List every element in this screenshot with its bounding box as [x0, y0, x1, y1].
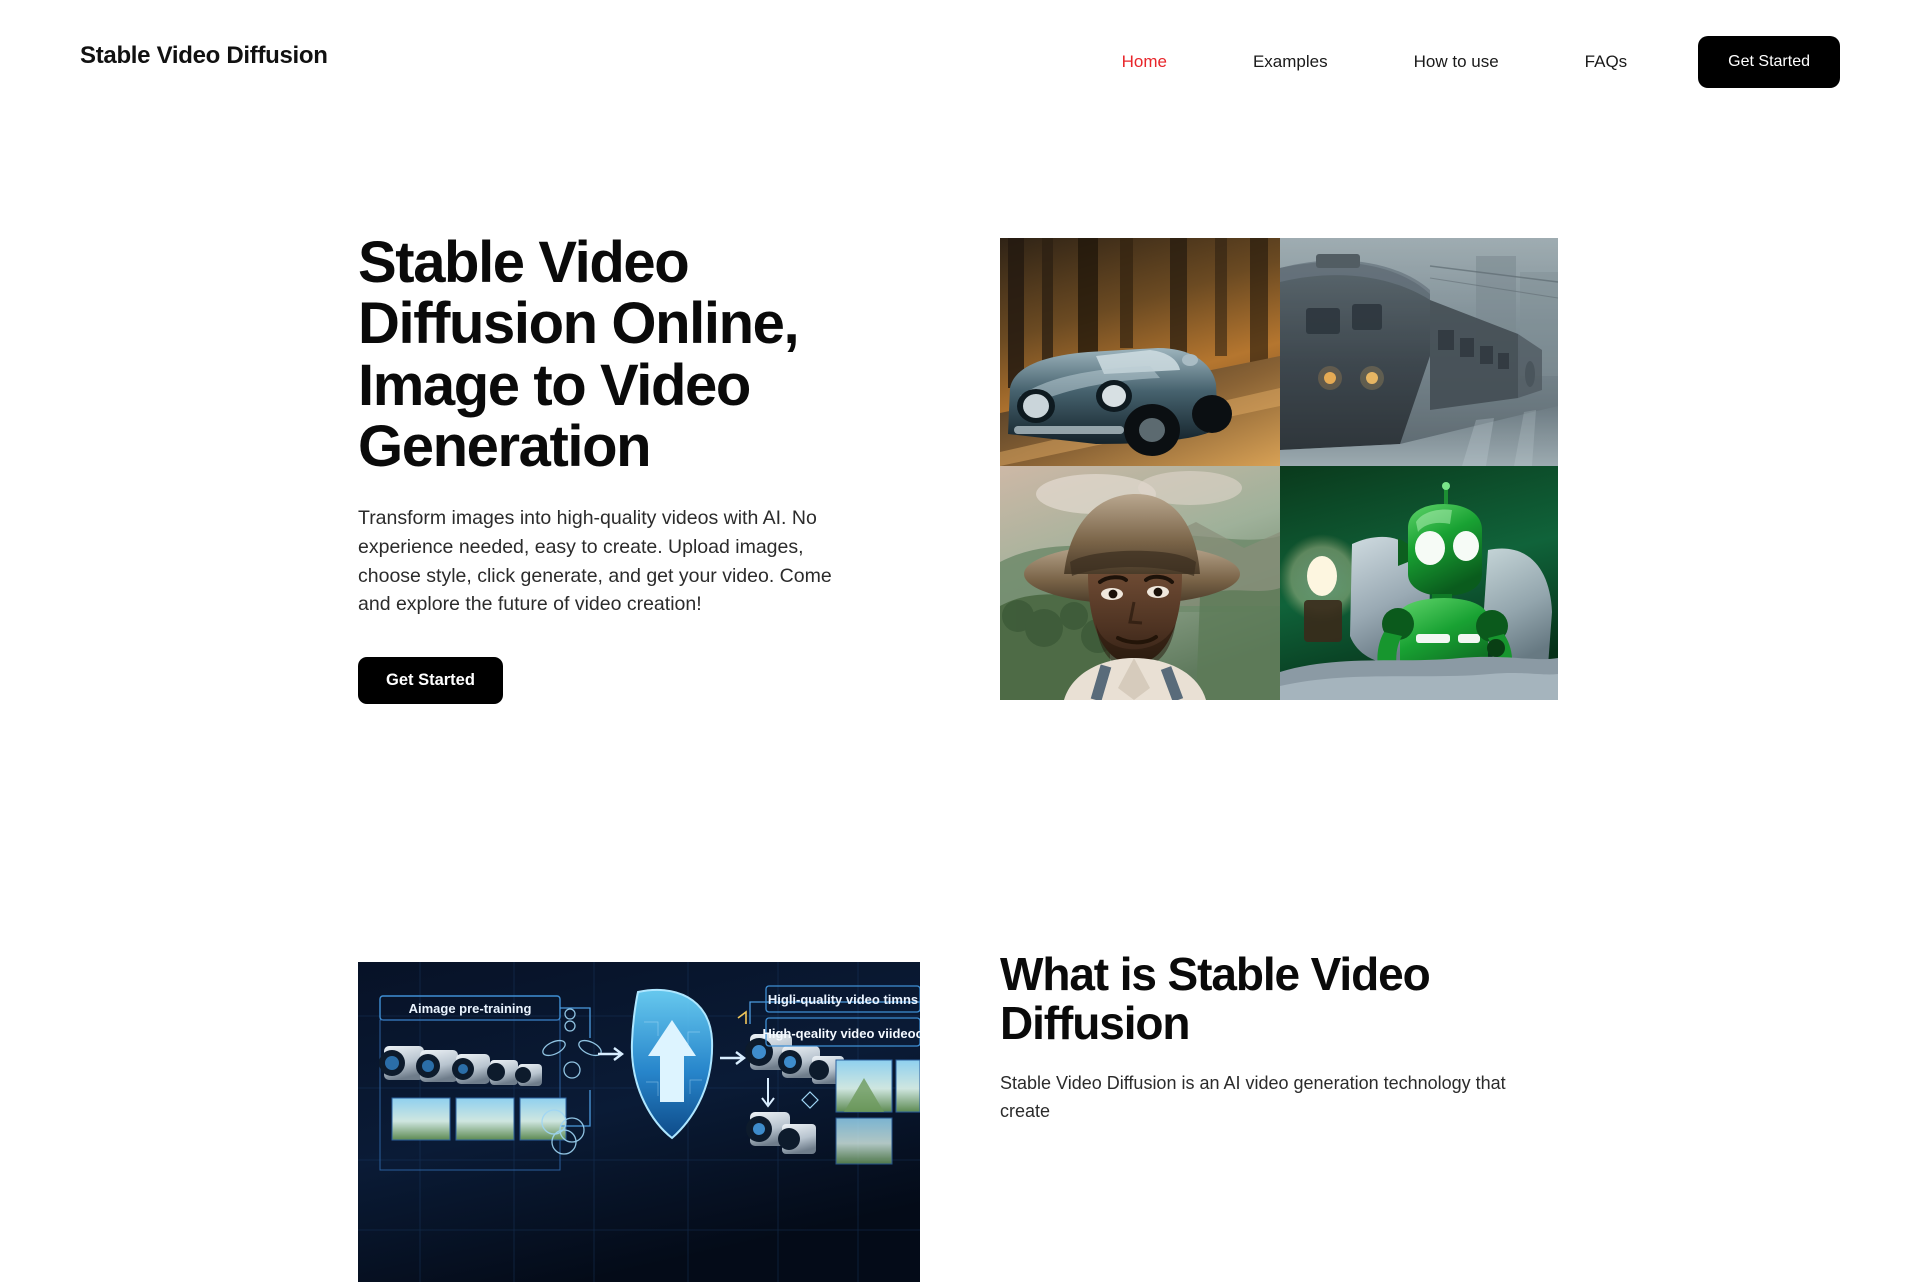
hero-title: Stable Video Diffusion Online, Image to …: [358, 230, 800, 480]
what-is-copy: What is Stable Video Diffusion Stable Vi…: [1000, 948, 1560, 1126]
hero-section: Stable Video Diffusion Online, Image to …: [0, 0, 1920, 1080]
svg-text:Aimage pre-training: Aimage pre-training: [409, 1001, 532, 1016]
what-is-title: What is Stable Video Diffusion: [1000, 948, 1431, 1050]
gallery-tile-cowboy-portrait[interactable]: [1000, 466, 1280, 700]
gallery-tile-green-robot[interactable]: [1280, 466, 1558, 700]
what-is-body: Stable Video Diffusion is an AI video ge…: [1000, 1073, 1506, 1122]
hero-get-started-button[interactable]: Get Started: [358, 657, 503, 705]
svd-pipeline-diagram: Aimage pre-training Higli-quality video …: [358, 962, 920, 1282]
hero-copy: Stable Video Diffusion Online, Image to …: [358, 230, 858, 705]
hero-subtitle: Transform images into high-quality video…: [358, 506, 832, 616]
what-is-section: Aimage pre-training Higli-quality video …: [0, 949, 1920, 1282]
svg-text:Higli-quality video timns: Higli-quality video timns: [768, 992, 918, 1007]
hero-image-gallery: [1000, 238, 1558, 700]
gallery-tile-vintage-car[interactable]: [1000, 238, 1280, 466]
svg-text:High-qeality video viideoo: High-qeality video viideoo: [762, 1026, 920, 1041]
gallery-tile-train-fog[interactable]: [1280, 238, 1558, 466]
